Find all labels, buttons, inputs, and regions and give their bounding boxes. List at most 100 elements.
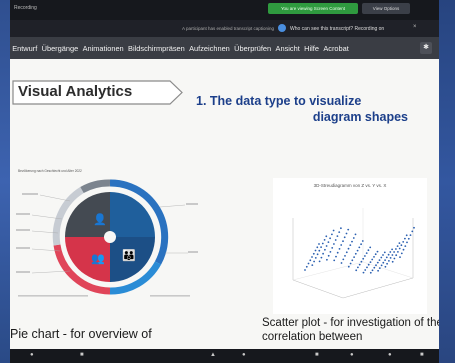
scatter-point [364, 269, 367, 271]
pie-chart-caption: Pie chart - for overview of [10, 327, 152, 341]
chat-icon[interactable]: ● [242, 352, 246, 358]
scatter-point [400, 252, 403, 255]
scatter-plot-caption: Scatter plot - for investigation of the … [262, 317, 439, 343]
meeting-top-bar: Recording You are viewing Screen Content… [10, 0, 439, 20]
scatter-point [391, 254, 394, 256]
scatter-point [351, 259, 354, 262]
scatter-point [411, 230, 414, 233]
scatter-point [320, 256, 323, 259]
heading-line-2: diagram shapes [312, 110, 408, 124]
scatter-point [307, 262, 310, 265]
scatter-point [393, 257, 396, 260]
scatter-point [340, 244, 343, 246]
leave-icon[interactable]: ■ [420, 352, 424, 358]
scatter-point [386, 262, 388, 265]
scatter-point [365, 252, 368, 254]
recording-banner[interactable]: You are viewing Screen Content [268, 3, 358, 14]
reactions-icon[interactable]: ● [388, 352, 392, 358]
scatter-point [377, 269, 379, 272]
scatter-point [334, 239, 337, 241]
pie-header: Bevölkerung nach Geschlecht und Alter 20… [18, 169, 82, 173]
scatter-point [378, 267, 381, 269]
scatter-point [397, 251, 399, 253]
scatter-point [314, 257, 317, 259]
scatter-point [347, 247, 350, 250]
microphone-icon[interactable]: ● [30, 352, 34, 358]
scatter-point [400, 244, 403, 247]
scatter-point [369, 271, 372, 274]
scatter-point [373, 266, 376, 269]
ribbon-item-animationen[interactable]: Animationen [80, 44, 125, 53]
heading-line-1: 1. The data type to visualize [196, 94, 362, 108]
scatter-point [402, 248, 405, 251]
scatter-point [358, 263, 361, 266]
scatter-plot-image: 3D-Streudiagramm von Z vs. Y vs. X [273, 178, 427, 314]
scatter-point [333, 243, 335, 245]
scatter-point [380, 256, 383, 259]
scatter-point [367, 249, 370, 252]
scatter-point [387, 253, 390, 256]
person-icon-gray: 👤 [93, 213, 107, 226]
view-options-button[interactable]: View Options [362, 3, 410, 14]
scatter-point [361, 240, 364, 242]
ribbon-item-hilfe[interactable]: Hilfe [302, 44, 321, 53]
ribbon-item-entwurf[interactable]: Entwurf [10, 44, 39, 53]
scatter-point [311, 256, 313, 258]
scatter-point [360, 260, 363, 263]
scatter-point [327, 241, 330, 243]
scatter-point [393, 251, 395, 253]
scatter-point [388, 260, 390, 262]
scatter-point [325, 245, 328, 247]
participants-icon[interactable]: ▲ [210, 352, 216, 358]
notice-text-right[interactable]: Who can see this transcript? Recording o… [290, 26, 384, 32]
scatter-point [384, 265, 387, 268]
scatter-point [335, 255, 337, 258]
slide-title: Visual Analytics [18, 83, 133, 100]
scatter-point [313, 260, 315, 263]
ribbon-item-ansicht[interactable]: Ansicht [273, 44, 302, 53]
pie-chart-image: Bevölkerung nach Geschlecht und Alter 20… [10, 167, 200, 307]
scatter-point [354, 233, 357, 236]
scatter-point [305, 265, 308, 268]
scatter-point [333, 259, 336, 262]
notice-text-left: A participant has enabled transcript cap… [182, 26, 275, 31]
scatter-point [385, 256, 388, 259]
ribbon-item-aufzeichnen[interactable]: Aufzeichnen [187, 44, 232, 53]
ribbon-item-uebergaenge[interactable]: Übergänge [39, 44, 80, 53]
scatter-point [329, 251, 332, 253]
scatter-point [309, 259, 312, 262]
scatter-point [345, 232, 348, 235]
scatter-point [367, 263, 370, 266]
scatter-point [318, 249, 321, 252]
scatter-point [404, 237, 406, 240]
scatter-point [316, 253, 319, 256]
scatter-point [358, 246, 361, 249]
scatter-point [374, 253, 377, 256]
ribbon-item-acrobat[interactable]: Acrobat [321, 44, 351, 53]
scatter-point [338, 231, 341, 233]
scatter-point [342, 258, 345, 261]
close-icon[interactable]: × [413, 24, 417, 30]
ribbon-item-bildschirmpraesentation[interactable]: Bildschirmpräsen [126, 44, 187, 53]
ribbon-options-icon[interactable]: ✱ [420, 42, 432, 54]
share-icon[interactable]: ■ [315, 352, 319, 358]
scatter-point [375, 264, 377, 267]
scatter-point [343, 236, 346, 239]
scatter-point [376, 250, 379, 253]
screen: Recording You are viewing Screen Content… [0, 0, 455, 363]
presentation-slide: Visual Analytics 1. The data type to vis… [10, 59, 439, 349]
desktop-edge-left [0, 0, 10, 363]
scatter-point [371, 269, 374, 272]
scatter-point [409, 234, 412, 236]
record-icon[interactable]: ● [350, 352, 354, 358]
camera-icon[interactable]: ■ [80, 352, 84, 358]
scatter-point [382, 261, 385, 264]
scatter-point [323, 239, 326, 241]
scatter-point [322, 252, 324, 255]
scatter-point [395, 248, 397, 250]
scatter-point [362, 257, 365, 260]
ribbon-item-ueberpruefen[interactable]: Überprüfen [232, 44, 273, 53]
meeting-bottom-toolbar: ● ■ ▲ ● ■ ● ● ■ [10, 349, 439, 363]
slide-heading: 1. The data type to visualize diagram sh… [196, 93, 416, 125]
scatter-point [355, 269, 358, 272]
